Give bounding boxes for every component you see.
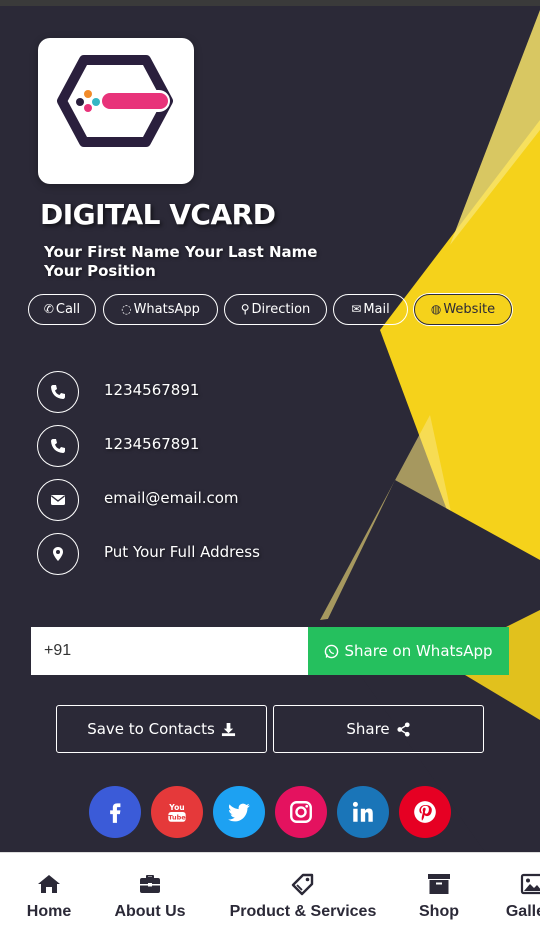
map-marker-icon: ⚲ xyxy=(240,302,250,316)
archive-icon xyxy=(428,874,450,894)
share-button[interactable]: Share xyxy=(273,705,484,753)
map-marker-icon xyxy=(37,533,79,575)
contact-phone-1-text: 1234567891 xyxy=(104,381,200,399)
linkedin-button[interactable] xyxy=(337,786,389,838)
save-to-contacts-button[interactable]: Save to Contacts xyxy=(56,705,267,753)
contact-address[interactable]: Put Your Full Address xyxy=(37,533,437,575)
page-title: DIGITAL VCARD xyxy=(40,198,276,231)
contact-email[interactable]: email@email.com xyxy=(37,479,437,521)
briefcase-icon xyxy=(140,875,160,893)
vcard-page: DIGITAL VCARD Your First Name Your Last … xyxy=(0,0,540,935)
website-label: Website xyxy=(443,302,496,317)
pinterest-button[interactable] xyxy=(399,786,451,838)
share-on-whatsapp-button[interactable]: Share on WhatsApp xyxy=(308,627,509,675)
twitter-icon xyxy=(228,803,250,822)
nav-home[interactable]: Home xyxy=(22,871,76,921)
action-bar: ✆ Call ◌ WhatsApp ⚲ Direction ✉ Mail ◍ Websit… xyxy=(28,294,518,326)
twitter-button[interactable] xyxy=(213,786,265,838)
share-on-whatsapp-label: Share on WhatsApp xyxy=(344,642,493,660)
svg-text:Tube: Tube xyxy=(168,814,186,822)
contact-phone-2[interactable]: 1234567891 xyxy=(37,425,437,467)
person-name: Your First Name Your Last Name xyxy=(44,243,318,261)
whatsapp-share-form: Share on WhatsApp xyxy=(31,627,509,675)
nav-shop[interactable]: Shop xyxy=(416,871,462,921)
contact-address-text: Put Your Full Address xyxy=(104,543,260,561)
share-label: Share xyxy=(346,720,390,738)
nav-shop-label: Shop xyxy=(419,903,459,920)
phone-icon xyxy=(37,371,79,413)
pinterest-icon xyxy=(414,801,436,823)
call-label: Call xyxy=(55,302,81,317)
tag-icon xyxy=(291,873,314,896)
nav-about-us-label: About Us xyxy=(114,903,186,920)
globe-icon: ◍ xyxy=(430,302,442,316)
phone-icon: ✆ xyxy=(43,302,54,316)
contact-phone-2-text: 1234567891 xyxy=(104,435,200,453)
youtube-button[interactable]: You Tube xyxy=(151,786,203,838)
nav-gallery[interactable]: Gallery xyxy=(498,871,540,921)
phone-number-input[interactable] xyxy=(31,627,308,675)
contact-phone-1[interactable]: 1234567891 xyxy=(37,371,437,413)
save-to-contacts-label: Save to Contacts xyxy=(87,720,215,738)
nav-home-label: Home xyxy=(26,903,72,920)
mail-label: Mail xyxy=(363,302,390,317)
whatsapp-label: WhatsApp xyxy=(133,302,200,317)
direction-label: Direction xyxy=(251,302,311,317)
svg-text:You: You xyxy=(168,803,184,812)
envelope-icon xyxy=(37,479,79,521)
nav-product-services[interactable]: Product & Services xyxy=(224,871,382,921)
phone-icon xyxy=(37,425,79,467)
bottom-nav: Home About Us Product & Services Shop Ga… xyxy=(0,852,540,935)
nav-about-us[interactable]: About Us xyxy=(110,871,190,921)
nav-gallery-label: Gallery xyxy=(505,903,540,920)
instagram-button[interactable] xyxy=(275,786,327,838)
image-icon xyxy=(520,873,540,895)
instagram-icon xyxy=(290,801,312,823)
mail-button[interactable]: ✉ Mail xyxy=(333,294,408,325)
website-button[interactable]: ◍ Website xyxy=(414,294,512,325)
call-button[interactable]: ✆ Call xyxy=(28,294,96,325)
whatsapp-icon xyxy=(325,644,339,658)
company-logo xyxy=(38,38,194,184)
home-icon xyxy=(38,875,60,893)
download-icon xyxy=(221,722,235,736)
share-icon xyxy=(397,721,410,737)
whatsapp-button[interactable]: ◌ WhatsApp xyxy=(103,294,218,325)
direction-button[interactable]: ⚲ Direction xyxy=(224,294,327,325)
whatsapp-icon: ◌ xyxy=(121,302,132,316)
facebook-icon xyxy=(110,803,121,823)
linkedin-icon xyxy=(352,801,373,822)
youtube-icon: You Tube xyxy=(168,803,186,822)
facebook-button[interactable] xyxy=(89,786,141,838)
contact-email-text: email@email.com xyxy=(104,489,239,507)
nav-product-services-label: Product & Services xyxy=(229,903,377,920)
envelope-icon: ✉ xyxy=(351,302,362,316)
person-position: Your Position xyxy=(44,262,156,280)
